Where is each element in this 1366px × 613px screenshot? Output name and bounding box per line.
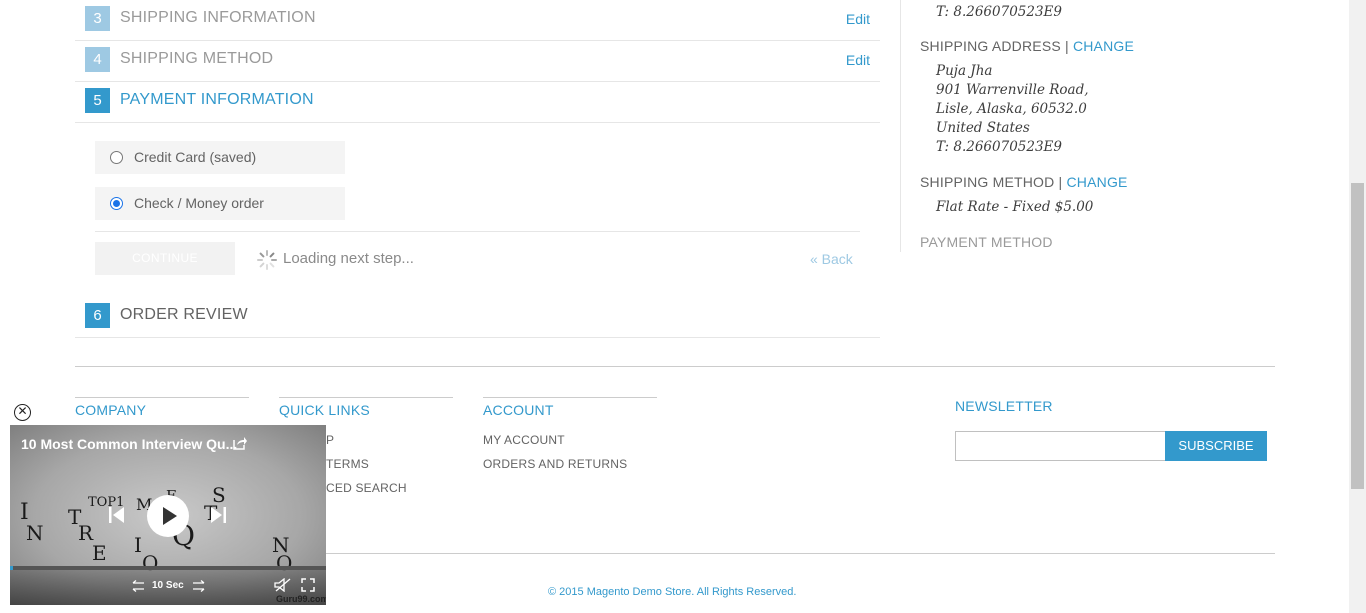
step-payment-information: 5 PAYMENT INFORMATION	[75, 82, 880, 123]
shipping-method-heading-text: SHIPPING METHOD |	[920, 174, 1063, 190]
address-line: United States	[936, 120, 1030, 136]
mute-icon[interactable]	[274, 578, 292, 592]
loading-text: Loading next step...	[283, 250, 414, 267]
step-order-review: 6 ORDER REVIEW	[75, 297, 880, 338]
shipping-address-block: Puja Jha 901 Warrenville Road, Lisle, Al…	[936, 62, 1089, 157]
thumbnail-letter: E	[92, 541, 107, 565]
shipping-method-value: Flat Rate - Fixed $5.00	[936, 199, 1094, 215]
step-title: PAYMENT INFORMATION	[120, 91, 314, 108]
address-line: T: 8.266070523E9	[936, 139, 1062, 155]
newsletter-heading: NEWSLETTER	[955, 398, 1053, 414]
fullscreen-icon[interactable]	[301, 578, 315, 592]
copyright-text: © 2015 Magento Demo Store. All Rights Re…	[548, 586, 797, 598]
rewind-icon[interactable]	[130, 580, 146, 592]
company-divider	[75, 397, 249, 398]
address-line: Lisle, Alaska, 60532.0	[936, 101, 1087, 117]
back-link[interactable]: « Back	[810, 251, 853, 267]
next-icon[interactable]	[209, 505, 227, 525]
billing-phone: T: 8.266070523E9	[936, 4, 1062, 20]
quick-links-heading: QUICK LINKS	[279, 402, 370, 418]
shipping-address-heading-text: SHIPPING ADDRESS |	[920, 38, 1069, 54]
previous-icon[interactable]	[108, 505, 126, 525]
account-heading: ACCOUNT	[483, 402, 554, 418]
payment-option-label: Check / Money order	[134, 195, 264, 211]
continue-button[interactable]: CONTINUE	[95, 242, 235, 275]
shipping-address-heading: SHIPPING ADDRESS | CHANGE	[920, 38, 1134, 54]
check-money-order-radio[interactable]	[110, 197, 123, 210]
step-number: 5	[85, 88, 110, 113]
address-line: 901 Warrenville Road,	[936, 82, 1089, 98]
address-line: Puja Jha	[936, 63, 993, 79]
step-shipping-method: 4 SHIPPING METHOD Edit	[75, 41, 880, 82]
loading-spinner-icon	[257, 250, 277, 270]
thumbnail-letter: I	[134, 533, 142, 557]
step-number: 6	[85, 303, 110, 328]
account-divider	[483, 397, 657, 398]
floating-video-player[interactable]: I N T R E TOP1 M E I Q S T N O O 10 Most…	[10, 425, 326, 605]
step-shipping-information: 3 SHIPPING INFORMATION Edit	[75, 0, 880, 41]
share-icon[interactable]	[232, 435, 248, 451]
footer-top-divider	[75, 366, 1275, 367]
step-number: 3	[85, 6, 110, 31]
step-title: SHIPPING INFORMATION	[120, 9, 316, 26]
quick-links-divider	[279, 397, 453, 398]
thumbnail-letter: N	[26, 521, 44, 545]
payment-option-credit-card[interactable]: Credit Card (saved)	[95, 141, 345, 174]
video-watermark: Guru99.com	[276, 594, 326, 604]
change-shipping-method-link[interactable]: CHANGE	[1066, 174, 1127, 190]
company-heading: COMPANY	[75, 402, 147, 418]
page-scrollbar-thumb[interactable]	[1351, 183, 1364, 489]
orders-and-returns-link[interactable]: ORDERS AND RETURNS	[483, 457, 627, 471]
thumbnail-letter: R	[78, 521, 94, 545]
video-title[interactable]: 10 Most Common Interview Qu...	[21, 436, 237, 452]
payment-option-label: Credit Card (saved)	[134, 149, 257, 165]
forward-icon[interactable]	[191, 580, 207, 592]
step-title: SHIPPING METHOD	[120, 50, 274, 67]
my-account-link[interactable]: MY ACCOUNT	[483, 433, 565, 447]
payment-option-check-money-order[interactable]: Check / Money order	[95, 187, 345, 220]
quick-link-item[interactable]: CED SEARCH	[326, 481, 407, 495]
change-shipping-address-link[interactable]: CHANGE	[1073, 38, 1134, 54]
credit-card-radio[interactable]	[110, 151, 123, 164]
quick-link-item[interactable]: TERMS	[326, 457, 369, 471]
newsletter-email-input[interactable]	[955, 431, 1166, 461]
step-title: ORDER REVIEW	[120, 306, 248, 323]
edit-shipping-information-link[interactable]: Edit	[846, 11, 870, 27]
subscribe-button[interactable]: SUBSCRIBE	[1165, 431, 1267, 461]
shipping-method-heading: SHIPPING METHOD | CHANGE	[920, 174, 1128, 190]
play-icon[interactable]	[147, 495, 189, 537]
quick-link-item[interactable]: P	[326, 433, 334, 447]
skip-duration-label: 10 Sec	[152, 580, 184, 591]
payment-method-heading: PAYMENT METHOD	[920, 234, 1053, 250]
edit-shipping-method-link[interactable]: Edit	[846, 52, 870, 68]
close-video-icon[interactable]: ✕	[14, 404, 31, 421]
step-number: 4	[85, 47, 110, 72]
payment-divider	[95, 231, 860, 232]
